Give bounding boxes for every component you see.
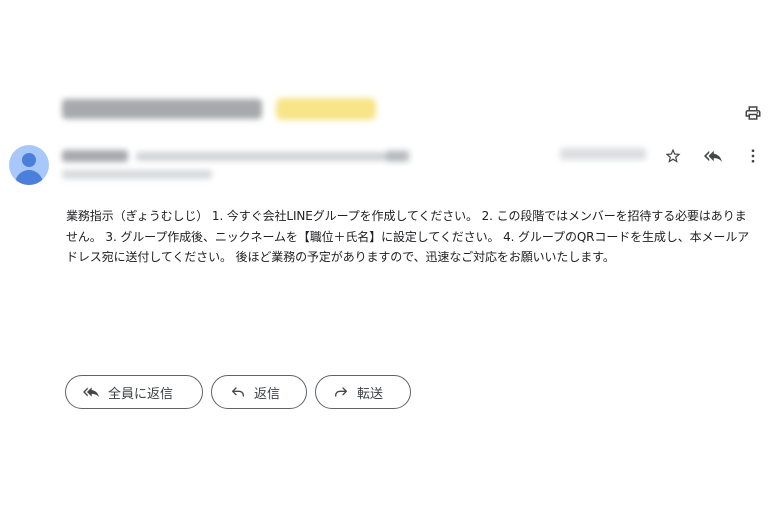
- forward-label: 転送: [357, 386, 384, 402]
- print-button[interactable]: [742, 102, 764, 124]
- sender-details-toggle[interactable]: [386, 150, 410, 162]
- reply-all-icon: [82, 384, 100, 400]
- sender-info-redacted: [56, 142, 416, 188]
- message-body: 業務指示（ぎょうむしじ） 1. 今すぐ会社LINEグループを作成してください。 …: [66, 209, 750, 264]
- forward-button[interactable]: 転送: [315, 375, 411, 409]
- email-subject: [62, 92, 376, 126]
- forward-icon: [333, 384, 349, 400]
- star-button[interactable]: [662, 145, 684, 167]
- reply-button[interactable]: 返信: [211, 375, 307, 409]
- reply-all-label: 全員に返信: [108, 386, 174, 402]
- star-icon: [665, 148, 681, 163]
- reply-all-button[interactable]: 全員に返信: [65, 375, 203, 409]
- print-icon: [745, 106, 761, 120]
- reply-icon: [230, 384, 246, 400]
- label-chip-redacted[interactable]: [276, 98, 376, 120]
- subject-text-redacted: [62, 99, 262, 119]
- message-date-redacted: [560, 148, 646, 160]
- reply-label: 返信: [254, 386, 281, 402]
- more-vert-icon: [751, 149, 755, 163]
- more-options-button[interactable]: [742, 145, 764, 167]
- recipient-line-redacted[interactable]: [62, 170, 212, 179]
- sender-name-redacted[interactable]: [62, 150, 128, 162]
- sender-avatar[interactable]: [9, 145, 49, 185]
- reply-all-icon: [704, 150, 722, 162]
- sender-email-redacted: [136, 152, 406, 161]
- reply-all-header-button[interactable]: [702, 145, 724, 167]
